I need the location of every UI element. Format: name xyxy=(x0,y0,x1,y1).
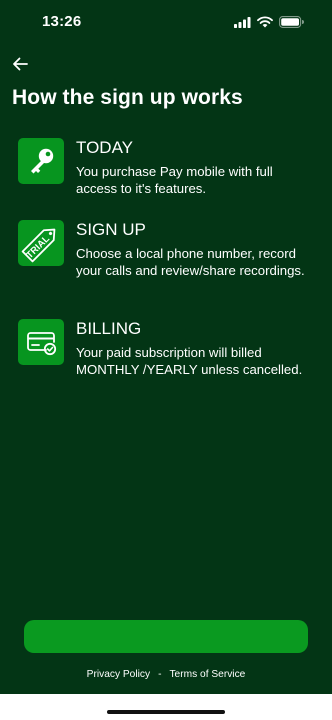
step-description: Your paid subscription will billed MONTH… xyxy=(76,345,303,377)
terms-of-service-link[interactable]: Terms of Service xyxy=(169,669,245,680)
status-icons xyxy=(234,15,304,33)
continue-button[interactable] xyxy=(24,620,308,653)
step-description: You purchase Pay mobile with full access… xyxy=(76,164,273,196)
battery-icon xyxy=(279,15,304,33)
back-arrow-icon xyxy=(13,57,28,71)
page-title: How the sign up works xyxy=(12,86,243,109)
footer-links: Privacy Policy - Terms of Service xyxy=(0,669,332,680)
home-indicator[interactable] xyxy=(107,710,225,714)
step-title: SIGN UP xyxy=(76,220,146,239)
status-time: 13:26 xyxy=(42,13,82,30)
credit-card-check-icon xyxy=(18,319,64,365)
screen: 13:26 How the sign up works TODAY You pu… xyxy=(0,0,332,694)
status-bar: 13:26 xyxy=(0,0,332,44)
step-description: Choose a local phone number, record your… xyxy=(76,246,305,278)
wifi-icon xyxy=(257,15,273,33)
privacy-policy-link[interactable]: Privacy Policy xyxy=(87,669,150,680)
step-title: TODAY xyxy=(76,138,133,157)
trial-tag-icon: TRIAL xyxy=(18,220,64,266)
cellular-signal-icon xyxy=(234,15,251,33)
key-icon xyxy=(18,138,64,184)
footer-separator: - xyxy=(158,669,162,680)
back-button[interactable] xyxy=(10,54,30,74)
step-title: BILLING xyxy=(76,319,142,338)
